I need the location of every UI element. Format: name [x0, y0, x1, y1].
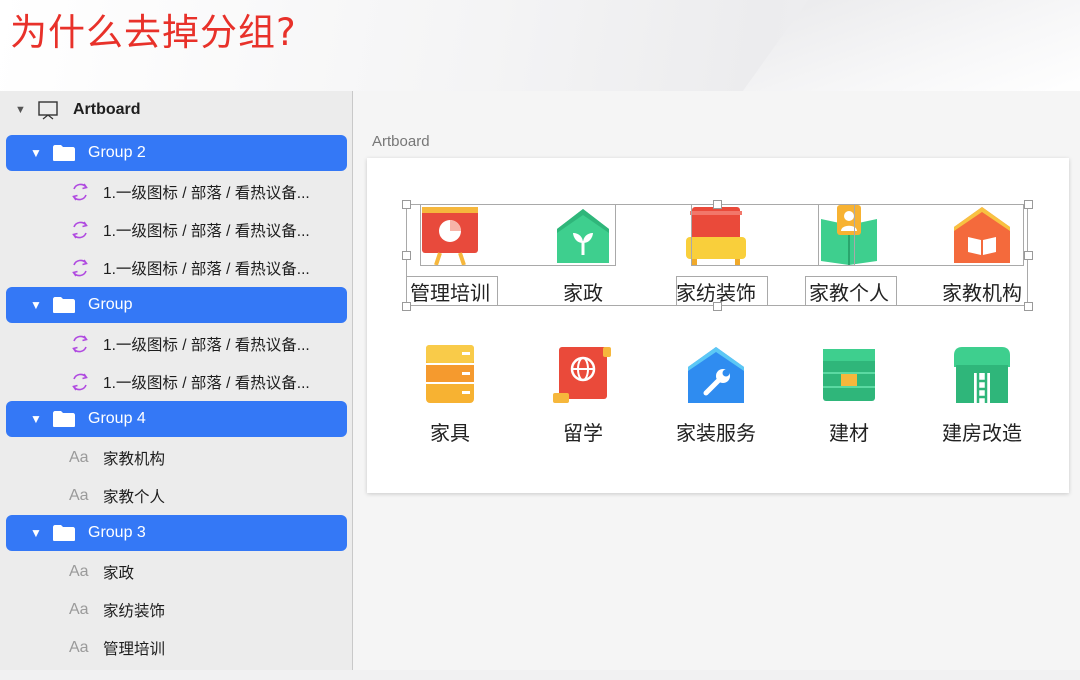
layer-symbol-instance[interactable]: 1.一级图标 / 部落 / 看热议备...	[0, 173, 352, 211]
resize-handle[interactable]	[402, 302, 411, 311]
resize-handle[interactable]	[402, 200, 411, 209]
layer-artboard[interactable]: ▼ Artboard	[0, 91, 352, 129]
folder-icon	[53, 411, 75, 427]
layer-symbol-instance[interactable]: 1.一级图标 / 部落 / 看热议备...	[0, 363, 352, 401]
disclosure-triangle-icon[interactable]: ▼	[30, 298, 44, 312]
symbol-instance-icon	[72, 373, 88, 391]
tutor-book-icon[interactable]	[817, 203, 881, 267]
disclosure-triangle-icon[interactable]: ▼	[15, 104, 29, 116]
icon-label[interactable]: 家装服务	[651, 420, 781, 446]
symbol-instance-icon	[72, 259, 88, 277]
layers-panel: ▼ Artboard ▼ Group 2 1.一级图标 / 部落 / 看热议备.…	[0, 91, 353, 670]
building-material-icon[interactable]	[817, 343, 881, 407]
resize-handle[interactable]	[713, 200, 722, 209]
layer-symbol-instance[interactable]: 1.一级图标 / 部落 / 看热议备...	[0, 211, 352, 249]
layer-symbol-instance[interactable]: 1.一级图标 / 部落 / 看热议备...	[0, 325, 352, 363]
icon-label[interactable]: 家教个人	[784, 280, 914, 306]
disclosure-triangle-icon[interactable]: ▼	[30, 412, 44, 426]
layer-label: 1.一级图标 / 部落 / 看热议备...	[103, 261, 310, 278]
layer-text[interactable]: Aa 管理培训	[0, 629, 352, 667]
layer-text[interactable]: Aa 家纺装饰	[0, 591, 352, 629]
layer-label: 家纺装饰	[103, 603, 166, 620]
resize-handle[interactable]	[1024, 302, 1033, 311]
cabinet-icon[interactable]	[418, 343, 482, 407]
text-layer-icon: Aa	[69, 563, 89, 580]
resize-handle[interactable]	[402, 251, 411, 260]
layer-group[interactable]: ▼ Group 3	[6, 515, 347, 551]
wrench-house-icon[interactable]	[684, 343, 748, 407]
slide-title: 为什么去掉分组?	[10, 11, 297, 54]
symbol-instance-icon	[72, 221, 88, 239]
text-layer-icon: Aa	[69, 601, 89, 618]
layer-label: 1.一级图标 / 部落 / 看热议备...	[103, 375, 310, 392]
artboard[interactable]: 管理培训 家政 家纺装饰 家教个人 家教机构 家具 留学 家装服务 建材 建房改…	[367, 158, 1069, 493]
icon-label[interactable]: 家政	[518, 280, 648, 306]
presentation-board-icon[interactable]	[418, 203, 482, 267]
layer-label: 家政	[103, 565, 135, 582]
school-book-icon[interactable]	[950, 203, 1014, 267]
layer-label: Artboard	[73, 101, 141, 118]
folder-icon	[53, 297, 75, 313]
disclosure-triangle-icon[interactable]: ▼	[30, 146, 44, 160]
layer-text[interactable]: Aa 家教机构	[0, 439, 352, 477]
layer-label: 管理培训	[103, 641, 166, 658]
symbol-instance-icon	[72, 183, 88, 201]
layer-group[interactable]: ▼ Group	[6, 287, 347, 323]
icon-label[interactable]: 建房改造	[917, 420, 1047, 446]
house-ladder-icon[interactable]	[950, 343, 1014, 407]
symbol-instance-icon	[72, 335, 88, 353]
resize-handle[interactable]	[1024, 251, 1033, 260]
icon-label[interactable]: 留学	[518, 420, 648, 446]
layer-group[interactable]: ▼ Group 4	[6, 401, 347, 437]
house-sprout-icon[interactable]	[551, 203, 615, 267]
layer-label: Group	[88, 296, 133, 313]
layer-label: 1.一级图标 / 部落 / 看热议备...	[103, 185, 310, 202]
resize-handle[interactable]	[1024, 200, 1033, 209]
icon-label[interactable]: 家具	[385, 420, 515, 446]
text-layer-icon: Aa	[69, 487, 89, 504]
layer-label: 1.一级图标 / 部落 / 看热议备...	[103, 223, 310, 240]
artboard-icon	[38, 101, 58, 120]
layer-label: Group 2	[88, 144, 146, 161]
sofa-icon[interactable]	[684, 203, 748, 267]
globe-scroll-icon[interactable]	[551, 343, 615, 407]
text-layer-icon: Aa	[69, 639, 89, 656]
layer-label: 1.一级图标 / 部落 / 看热议备...	[103, 337, 310, 354]
icon-label[interactable]: 建材	[784, 420, 914, 446]
folder-icon	[53, 145, 75, 161]
slide-background-bottom	[0, 670, 1080, 680]
layer-text[interactable]: Aa 家政	[0, 553, 352, 591]
disclosure-triangle-icon[interactable]: ▼	[30, 526, 44, 540]
resize-handle[interactable]	[713, 302, 722, 311]
layer-group[interactable]: ▼ Group 2	[6, 135, 347, 171]
text-layer-icon: Aa	[69, 449, 89, 466]
layer-label: Group 3	[88, 524, 146, 541]
layer-text[interactable]: Aa 家教个人	[0, 477, 352, 515]
canvas-area[interactable]: Artboard 管理培训 家政 家纺装饰 家教个人 家教机构 家具 留学 家装…	[353, 91, 1080, 670]
layer-symbol-instance[interactable]: 1.一级图标 / 部落 / 看热议备...	[0, 249, 352, 287]
folder-icon	[53, 525, 75, 541]
artboard-title[interactable]: Artboard	[372, 133, 430, 150]
layer-label: Group 4	[88, 410, 146, 427]
layer-label: 家教机构	[103, 451, 166, 468]
layer-label: 家教个人	[103, 489, 166, 506]
